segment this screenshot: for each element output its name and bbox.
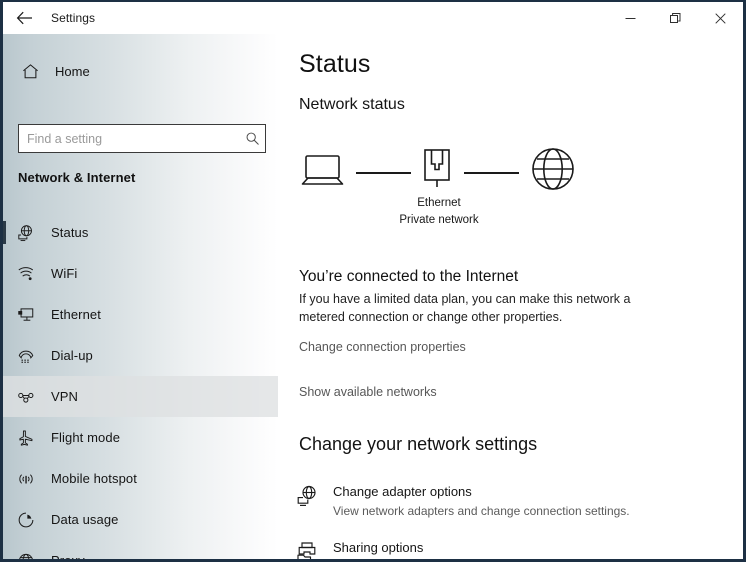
sidebar-item-data-usage[interactable]: Data usage <box>3 499 278 540</box>
pie-chart-icon <box>11 511 41 529</box>
selection-indicator <box>3 221 6 244</box>
restore-button[interactable] <box>653 2 698 34</box>
settings-window: Settings Home Find a setting Network & I… <box>0 0 746 562</box>
globe-icon <box>527 143 579 195</box>
sidebar-item-status[interactable]: Status <box>3 212 278 253</box>
search-input[interactable] <box>19 125 239 152</box>
sharing-options-title: Sharing options <box>333 540 424 555</box>
sidebar-category-title: Network & Internet <box>18 170 136 185</box>
close-button[interactable] <box>698 2 743 34</box>
search-icon[interactable] <box>239 125 265 152</box>
sidebar-item-mobile-hotspot-label: Mobile hotspot <box>51 471 137 486</box>
main-content: Status Network status Ethernet Private n… <box>278 34 743 561</box>
sharing-options-subtitle: For the networks that you connect to, de… <box>333 559 703 561</box>
change-settings-heading: Change your network settings <box>299 434 538 454</box>
network-status-heading: Network status <box>299 96 405 113</box>
window-controls <box>608 2 743 34</box>
change-adapter-options-subtitle: View network adapters and change connect… <box>333 504 630 518</box>
back-arrow-icon <box>16 11 33 25</box>
sidebar-nav-list: Status WiFi Ethernet Dial-up VPN Flight … <box>3 212 278 561</box>
sidebar-item-flight-mode-label: Flight mode <box>51 430 121 445</box>
minimize-icon <box>625 13 636 24</box>
minimize-button[interactable] <box>608 2 653 34</box>
sidebar-item-dial-up-label: Dial-up <box>51 348 93 363</box>
sidebar-item-vpn[interactable]: VPN <box>3 376 278 417</box>
connection-line-right <box>464 172 519 174</box>
change-adapter-options-title: Change adapter options <box>333 484 472 499</box>
sidebar-item-flight-mode[interactable]: Flight mode <box>3 417 278 458</box>
home-icon <box>13 63 47 80</box>
airplane-icon <box>11 429 41 447</box>
sidebar-item-ethernet[interactable]: Ethernet <box>3 294 278 335</box>
close-icon <box>715 12 726 24</box>
sidebar-item-proxy[interactable]: Proxy <box>3 540 278 561</box>
sidebar-item-data-usage-label: Data usage <box>51 512 119 527</box>
connection-headline: You’re connected to the Internet <box>299 268 519 285</box>
sidebar-item-wifi[interactable]: WiFi <box>3 253 278 294</box>
page-title: Status <box>299 50 371 78</box>
wifi-icon <box>11 265 41 283</box>
network-globe-icon <box>11 224 41 242</box>
show-available-networks-link[interactable]: Show available networks <box>299 385 437 399</box>
ethernet-port-icon <box>419 143 455 195</box>
telephone-icon <box>11 347 41 365</box>
change-connection-properties-link[interactable]: Change connection properties <box>299 340 466 354</box>
adapter-type: Private network <box>399 214 479 226</box>
network-adapter-icon <box>296 483 328 519</box>
sidebar-item-home-label: Home <box>55 63 90 79</box>
vpn-key-icon <box>11 388 41 406</box>
search-box[interactable] <box>18 124 266 153</box>
title-bar: Settings <box>3 2 743 34</box>
restore-icon <box>670 12 681 24</box>
connection-description: If you have a limited data plan, you can… <box>299 292 631 324</box>
adapter-name: Ethernet <box>417 197 461 209</box>
connection-line-left <box>356 172 411 174</box>
sidebar-item-mobile-hotspot[interactable]: Mobile hotspot <box>3 458 278 499</box>
app-title: Settings <box>51 11 96 25</box>
change-adapter-options-row[interactable]: Change adapter options View network adap… <box>296 483 726 519</box>
monitor-icon <box>11 306 41 324</box>
sidebar-item-wifi-label: WiFi <box>51 266 78 281</box>
sidebar-item-ethernet-label: Ethernet <box>51 307 101 322</box>
laptop-icon <box>299 147 347 195</box>
globe-icon <box>11 552 41 559</box>
network-diagram: Ethernet Private network <box>299 139 589 239</box>
sidebar-item-proxy-label: Proxy <box>51 553 85 561</box>
back-button[interactable] <box>3 2 45 34</box>
sharing-printer-icon <box>296 539 328 559</box>
sidebar-item-dial-up[interactable]: Dial-up <box>3 335 278 376</box>
sidebar-item-status-label: Status <box>51 225 89 240</box>
sidebar-item-home[interactable]: Home <box>3 54 278 88</box>
sidebar-item-vpn-label: VPN <box>51 389 79 404</box>
broadcast-icon <box>11 470 41 488</box>
sharing-options-row[interactable]: Sharing options For the networks that yo… <box>296 539 726 561</box>
sidebar: Home Network & Internet <box>3 34 278 561</box>
